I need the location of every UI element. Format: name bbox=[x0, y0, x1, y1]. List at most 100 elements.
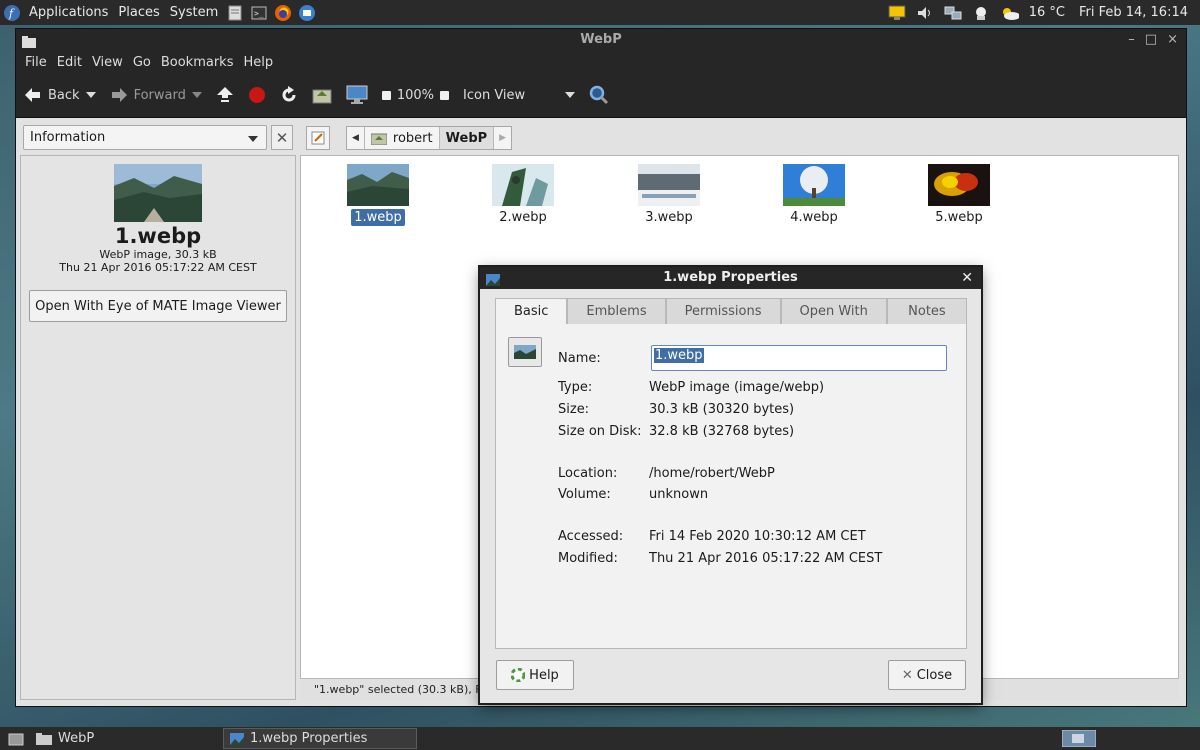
dialog-titlebar[interactable]: 1.webp Properties ✕ bbox=[480, 267, 981, 289]
help-button[interactable]: Help bbox=[496, 660, 574, 690]
view-mode-label: Icon View bbox=[463, 87, 526, 103]
image-thumbnail bbox=[928, 164, 990, 206]
tab-notes[interactable]: Notes bbox=[886, 298, 967, 324]
breadcrumb-robert[interactable]: robert bbox=[365, 127, 440, 149]
task-properties[interactable]: 1.webp Properties bbox=[223, 728, 417, 749]
breadcrumb: ◀ robert WebP ▶ bbox=[346, 126, 513, 150]
menu-file[interactable]: File bbox=[20, 55, 52, 70]
image-thumbnail bbox=[783, 164, 845, 206]
forward-history-chevron-icon[interactable] bbox=[191, 92, 202, 98]
window-menu-icon[interactable] bbox=[22, 34, 36, 56]
menu-edit[interactable]: Edit bbox=[52, 55, 87, 70]
system-menu[interactable]: System bbox=[165, 5, 223, 20]
bottom-panel: WebP 1.webp Properties bbox=[0, 727, 1200, 750]
zoom-level[interactable]: 100% bbox=[397, 88, 434, 103]
reload-button[interactable] bbox=[280, 86, 298, 104]
breadcrumb-webp[interactable]: WebP bbox=[439, 127, 495, 149]
view-mode-select[interactable]: Icon View bbox=[463, 87, 576, 103]
zoom-in-icon[interactable] bbox=[440, 90, 450, 100]
file-item[interactable]: 2.webp bbox=[478, 164, 568, 226]
forward-button[interactable]: Forward bbox=[110, 87, 202, 103]
status-text: "1.webp" selected (30.3 kB), Fr bbox=[314, 683, 486, 696]
file-icon-button[interactable] bbox=[508, 337, 542, 367]
update-notifier-icon[interactable] bbox=[971, 3, 991, 23]
tab-emblems[interactable]: Emblems bbox=[567, 298, 666, 324]
volume-value: unknown bbox=[649, 487, 709, 502]
file-label: 2.webp bbox=[499, 210, 547, 225]
clock[interactable]: Fri Feb 14, 16:14 bbox=[1079, 5, 1188, 20]
task-webp[interactable]: WebP bbox=[30, 728, 100, 749]
tab-basic[interactable]: Basic bbox=[495, 298, 568, 324]
close-icon: ✕ bbox=[901, 667, 913, 683]
location-value: /home/robert/WebP bbox=[649, 466, 775, 481]
minimize-icon[interactable]: – bbox=[1128, 29, 1135, 51]
close-button[interactable]: ✕ Close bbox=[888, 660, 966, 690]
workspace-switcher[interactable] bbox=[1056, 728, 1102, 749]
type-value: WebP image (image/webp) bbox=[649, 380, 825, 395]
menu-go[interactable]: Go bbox=[128, 55, 156, 70]
display-icon[interactable] bbox=[887, 3, 907, 23]
file-label: 3.webp bbox=[645, 210, 693, 225]
sidebar-pane-select[interactable]: Information bbox=[23, 125, 267, 150]
accessed-label: Accessed: bbox=[558, 529, 624, 544]
name-field[interactable]: 1.webp bbox=[651, 345, 947, 371]
open-with-button[interactable]: Open With Eye of MATE Image Viewer bbox=[29, 290, 287, 322]
dialog-close-icon[interactable]: ✕ bbox=[961, 267, 973, 289]
weather-icon[interactable] bbox=[999, 3, 1019, 23]
places-menu[interactable]: Places bbox=[113, 5, 164, 20]
close-sidebar-button[interactable]: ✕ bbox=[271, 125, 293, 150]
search-button[interactable] bbox=[589, 85, 609, 105]
search-icon bbox=[589, 85, 609, 105]
name-label: Name: bbox=[558, 351, 601, 366]
image-file-icon bbox=[514, 345, 536, 359]
home-button[interactable] bbox=[312, 86, 332, 104]
menu-help[interactable]: Help bbox=[238, 55, 278, 70]
back-button[interactable]: Back bbox=[24, 87, 96, 103]
file-item[interactable]: 4.webp bbox=[769, 164, 859, 226]
weather-temperature[interactable]: 16 °C bbox=[1029, 5, 1065, 20]
modified-label: Modified: bbox=[558, 551, 618, 566]
folder-icon bbox=[36, 733, 52, 745]
mail-launcher-icon[interactable] bbox=[297, 3, 317, 23]
maximize-icon[interactable]: □ bbox=[1145, 29, 1157, 51]
firefox-launcher-icon[interactable] bbox=[273, 3, 293, 23]
network-icon[interactable] bbox=[943, 3, 963, 23]
file-item[interactable]: 3.webp bbox=[624, 164, 714, 226]
window-titlebar[interactable]: WebP – □ × bbox=[16, 29, 1186, 51]
zoom-out-icon[interactable] bbox=[381, 90, 391, 100]
file-item[interactable]: 1.webp bbox=[333, 164, 423, 226]
file-item[interactable]: 5.webp bbox=[914, 164, 1004, 226]
location-label: Location: bbox=[558, 466, 618, 481]
applications-menu[interactable]: Applications bbox=[24, 5, 113, 20]
menu-bookmarks[interactable]: Bookmarks bbox=[156, 55, 239, 70]
breadcrumb-label: robert bbox=[392, 130, 433, 146]
close-window-icon[interactable]: × bbox=[1167, 29, 1178, 51]
toggle-location-entry-button[interactable] bbox=[306, 126, 330, 150]
terminal-launcher-icon[interactable]: >_ bbox=[249, 3, 269, 23]
tab-permissions[interactable]: Permissions bbox=[665, 298, 781, 324]
back-history-chevron-icon[interactable] bbox=[85, 92, 96, 98]
breadcrumb-left-arrow-icon[interactable]: ◀ bbox=[347, 127, 365, 149]
show-desktop-button[interactable] bbox=[2, 728, 30, 749]
open-with-label: Open With Eye of MATE Image Viewer bbox=[35, 298, 281, 314]
breadcrumb-label: WebP bbox=[445, 130, 488, 146]
size-value: 30.3 kB (30320 bytes) bbox=[649, 402, 795, 417]
menu-view[interactable]: View bbox=[87, 55, 128, 70]
sidebar-file-name: 1.webp bbox=[114, 224, 202, 248]
task-label: 1.webp Properties bbox=[250, 731, 368, 746]
volume-icon[interactable] bbox=[915, 3, 935, 23]
close-label: Close bbox=[916, 667, 953, 683]
computer-button[interactable] bbox=[346, 85, 368, 105]
location-row: Information ✕ ◀ robert WebP ▶ bbox=[16, 118, 1186, 156]
zoom-control[interactable]: 100% bbox=[381, 88, 450, 103]
up-button[interactable] bbox=[216, 86, 234, 104]
fedora-logo-icon[interactable]: f bbox=[2, 3, 22, 23]
name-field-value: 1.webp bbox=[654, 348, 704, 363]
tab-open-with[interactable]: Open With bbox=[780, 298, 887, 324]
breadcrumb-right-arrow-icon[interactable]: ▶ bbox=[494, 127, 511, 149]
up-arrow-icon bbox=[216, 87, 233, 102]
file-manager-launcher-icon[interactable] bbox=[225, 3, 245, 23]
stop-button[interactable] bbox=[248, 86, 266, 104]
size-on-disk-label: Size on Disk: bbox=[558, 424, 642, 439]
svg-text:>_: >_ bbox=[254, 9, 264, 18]
